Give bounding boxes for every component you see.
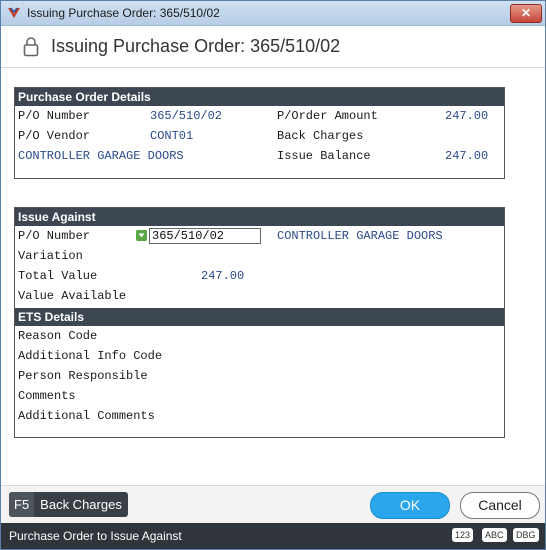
title-bar[interactable]: Issuing Purchase Order: 365/510/02 ✕	[1, 1, 545, 26]
total-value-label: Total Value	[18, 269, 98, 283]
dialog-footer: F5 Back Charges OK Cancel	[1, 485, 545, 523]
window-close-button[interactable]: ✕	[510, 4, 542, 23]
alpha-mode-badge[interactable]: ABC	[482, 528, 507, 542]
variation-label: Variation	[18, 249, 83, 263]
status-bar: Purchase Order to Issue Against 123 ABC …	[1, 523, 545, 549]
person-responsible-label: Person Responsible	[18, 369, 148, 383]
value-available-label: Value Available	[18, 289, 127, 303]
comments-label: Comments	[18, 389, 76, 403]
issue-po-number-label: P/O Number	[18, 229, 91, 243]
ets-details-heading: ETS Details	[15, 308, 504, 326]
additional-comments-label: Additional Comments	[18, 409, 155, 423]
issue-balance-label: Issue Balance	[277, 149, 371, 163]
po-details-heading: Purchase Order Details	[15, 88, 504, 106]
debug-badge[interactable]: DBG	[513, 528, 539, 542]
ok-button[interactable]: OK	[370, 492, 450, 519]
issue-vendor-name: CONTROLLER GARAGE DOORS	[277, 229, 443, 243]
lock-icon	[23, 37, 39, 57]
po-details-panel: Purchase Order Details P/O Number 365/51…	[14, 87, 505, 179]
po-vendor-label: P/O Vendor	[18, 129, 91, 143]
back-charges-label: Back Charges	[40, 497, 122, 512]
app-logo-icon	[8, 7, 20, 18]
back-charges-label: Back Charges	[277, 129, 364, 143]
vendor-name: CONTROLLER GARAGE DOORS	[18, 149, 184, 163]
reason-code-label: Reason Code	[18, 329, 98, 343]
status-text: Purchase Order to Issue Against	[9, 529, 182, 543]
issue-po-number-input[interactable]: 365/510/02	[149, 228, 261, 244]
order-amount-label: P/Order Amount	[277, 109, 378, 123]
issue-against-panel: Issue Against P/O Number 365/510/02 CONT…	[14, 207, 505, 438]
f5-key-label: F5	[9, 492, 35, 517]
numeric-mode-badge[interactable]: 123	[452, 528, 474, 542]
page-title: Issuing Purchase Order: 365/510/02	[51, 36, 341, 56]
window-title: Issuing Purchase Order: 365/510/02	[27, 6, 220, 20]
issue-against-heading: Issue Against	[15, 208, 504, 226]
po-number-value: 365/510/02	[150, 109, 223, 123]
order-amount-value: 247.00	[445, 109, 489, 123]
dialog-window: Issuing Purchase Order: 365/510/02 ✕ Iss…	[0, 0, 546, 550]
total-value-value: 247.00	[201, 269, 245, 283]
issue-balance-value: 247.00	[445, 149, 489, 163]
dialog-header: Issuing Purchase Order: 365/510/02	[1, 26, 545, 68]
cancel-button[interactable]: Cancel	[460, 492, 540, 519]
po-number-label: P/O Number	[18, 109, 91, 123]
back-charges-button[interactable]: F5 Back Charges	[9, 492, 128, 517]
po-vendor-value: CONT01	[150, 129, 194, 143]
additional-info-code-label: Additional Info Code	[18, 349, 163, 363]
lookup-dropdown-icon[interactable]	[136, 230, 147, 241]
